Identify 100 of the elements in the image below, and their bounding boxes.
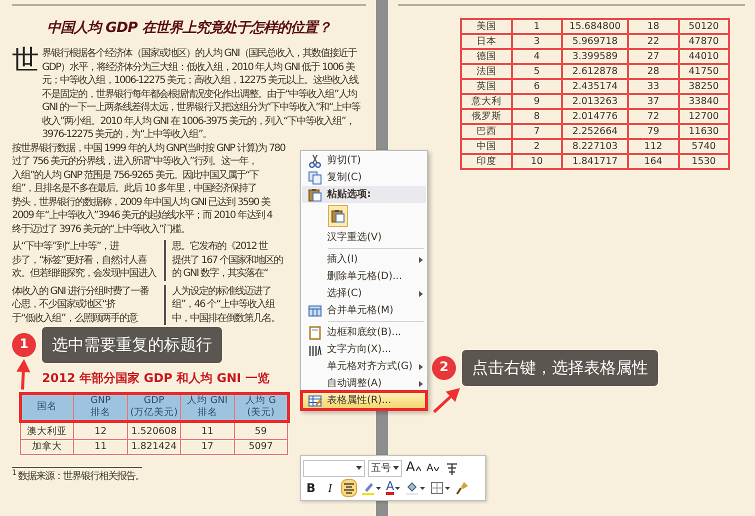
- table-cell: 1.841717: [562, 154, 628, 169]
- dropdown-caret-icon: [395, 486, 400, 490]
- table-cell: 47870: [678, 34, 729, 49]
- table-cell: 2: [512, 139, 562, 154]
- grow-font-button[interactable]: A: [405, 459, 422, 477]
- menu-item[interactable]: 选择(C): [302, 285, 426, 302]
- table-cell: 英国: [461, 79, 512, 94]
- table-cell: 中国: [461, 139, 512, 154]
- borders-button[interactable]: [429, 479, 452, 497]
- text-line: 终于迈过了 3976 美元的“上中等收入”门槛。: [12, 222, 192, 236]
- table-cell: 15.684800: [562, 19, 628, 34]
- table-cell: 印度: [461, 154, 512, 169]
- table-cell: 加拿大: [20, 440, 74, 454]
- table-icon: [308, 304, 322, 318]
- table-cell: 11: [74, 440, 128, 454]
- menu-item[interactable]: 边框和底纹(B)...: [302, 324, 426, 341]
- table-cell: 6: [512, 79, 562, 94]
- paste-option-button[interactable]: [328, 205, 348, 227]
- menu-item[interactable]: 删除单元格(D)...: [302, 268, 426, 285]
- table-cell: 3: [512, 34, 562, 49]
- clipboard-icon: [331, 209, 345, 223]
- page-icon: [308, 326, 322, 340]
- column-header: 人均 GNI 排名: [180, 394, 234, 420]
- column-header: GNP 排名: [74, 394, 128, 420]
- table-cell: 日本: [461, 34, 512, 49]
- table-cell: 59: [234, 420, 288, 440]
- text-line: 从“下中等”到“上中等”，进: [12, 240, 120, 254]
- scissors-icon: [308, 154, 322, 168]
- highlighter-icon: [361, 481, 375, 495]
- text-line: 提供了 167 个国家和地区的: [172, 254, 284, 267]
- text-line: 人为设定的标准线迈进了: [172, 284, 272, 298]
- arrow: [16, 359, 30, 390]
- menu-item[interactable]: 插入(I): [302, 251, 426, 268]
- table-cell: 德国: [461, 49, 512, 64]
- table-cell: 2.252664: [562, 124, 628, 139]
- table-cell: 33840: [678, 94, 729, 109]
- table-cell: 2.612878: [562, 64, 628, 79]
- paint-bucket-icon: [405, 481, 420, 495]
- table-cell: 5740: [678, 139, 729, 154]
- shrink-font-button[interactable]: A: [424, 459, 441, 477]
- table-cell: 27: [628, 49, 678, 64]
- table-cell: 5.969718: [562, 34, 628, 49]
- text-line: 体收入的 GNI 进行分组时费了一番: [12, 284, 150, 298]
- table-cell: 9: [512, 94, 562, 109]
- table-cell: 1.520608: [127, 420, 181, 440]
- table-cell: 1: [512, 19, 562, 34]
- text-line: 按世界银行数据，中国 1999 年的人均 GNP(当时按 GNP 计算)为 780: [12, 142, 286, 155]
- callout: 点击右键，选择表格属性: [462, 350, 658, 386]
- table-cell: 4: [512, 49, 562, 64]
- table-cell: 5097: [234, 440, 288, 454]
- table-cell: 22: [628, 34, 678, 49]
- table-cell: 50120: [678, 19, 729, 34]
- font-color-button[interactable]: A: [385, 479, 402, 497]
- copy-icon: [308, 170, 322, 184]
- text-line: 欢。但若细细探究，会发现中国进入: [12, 267, 158, 280]
- table-cell: 33: [628, 79, 678, 94]
- table-cell: 112: [628, 139, 678, 154]
- dropdown-caret-icon: [420, 486, 426, 490]
- center-button[interactable]: [341, 479, 357, 497]
- format-painter-button[interactable]: [454, 479, 470, 497]
- table-cell: 澳大利亚: [20, 420, 74, 440]
- text-line: 过了 756 美元的分界线，进入所谓“中等收入”行列。这一年，: [12, 155, 258, 168]
- menu-item[interactable]: 自动调整(A): [302, 375, 426, 392]
- body-paragraph: 界银行根据各个经济体（国家或地区）的人均 GNI（国民总收入，其数值接近于 GDP）水平，将经济体分为三大组：低收入组，2010 年人均 GNI 低于 1006 美元；中等收入组，1006-12275 美元；高收入组，12275 美元以上。这些收入线不是固定的，世界银行每年都会根据情况变化作出调整。由于“中等收入组”人均 GNI 的一下一上两条线差得太远，世界银行又把这组分为“下中等收入”和“上中等收入”两小组。2010 年人均 GNI 在 1006-3975 美元的，列入“下中等收入组”，3976-12275 美元的，为“上中等收入组”。: [42, 47, 362, 142]
- table-cell: 10: [512, 154, 562, 169]
- table-cell: 8.227103: [562, 139, 628, 154]
- step-number: 2: [432, 356, 456, 380]
- table-cell: 11: [180, 420, 234, 440]
- table-cell: 意大利: [461, 94, 512, 109]
- text-line: 2009 年“上中等收入”3946 美元的起始线水平；而 2010 年达到 4: [12, 209, 274, 222]
- paintbrush-icon: [455, 481, 470, 495]
- menu-item[interactable]: 合并单元格(M): [302, 302, 426, 319]
- table-cell: 11630: [678, 124, 729, 139]
- font-name-field[interactable]: [303, 460, 365, 476]
- table-properties-icon: [308, 394, 322, 408]
- text-line: 中，中国排在倒数第几名。: [172, 312, 281, 325]
- menu-item[interactable]: 汉字重选(V): [302, 229, 426, 246]
- italic-button[interactable]: I: [322, 479, 338, 497]
- drop-cap: 世: [12, 47, 38, 75]
- text-line: 思。它发布的《2012 世: [172, 240, 269, 254]
- dropdown-caret-icon: [376, 486, 381, 490]
- menu-section-header: 粘贴选项:: [302, 186, 426, 203]
- table-cell: 28: [628, 64, 678, 79]
- align-center-icon: [342, 481, 356, 495]
- table-cell: 12700: [678, 109, 729, 124]
- menu-item[interactable]: 文字方向(X)...: [302, 341, 426, 358]
- step-number: 1: [12, 333, 36, 357]
- menu-item[interactable]: 剪切(T): [302, 152, 426, 169]
- table-cell: 17: [180, 440, 234, 454]
- menu-item[interactable]: 复制(C): [302, 169, 426, 186]
- table-cell: 美国: [461, 19, 512, 34]
- bold-button[interactable]: B: [303, 479, 319, 497]
- font-size-field[interactable]: 五号: [368, 460, 402, 476]
- table-cell: 72: [628, 109, 678, 124]
- table-cell: 18: [628, 19, 678, 34]
- submenu-arrow-icon: [417, 380, 425, 388]
- table-cell: 37: [628, 94, 678, 109]
- table-cell: 1.821424: [127, 440, 181, 454]
- table-cell: 1530: [678, 154, 729, 169]
- menu-item[interactable]: 单元格对齐方式(G): [302, 358, 426, 375]
